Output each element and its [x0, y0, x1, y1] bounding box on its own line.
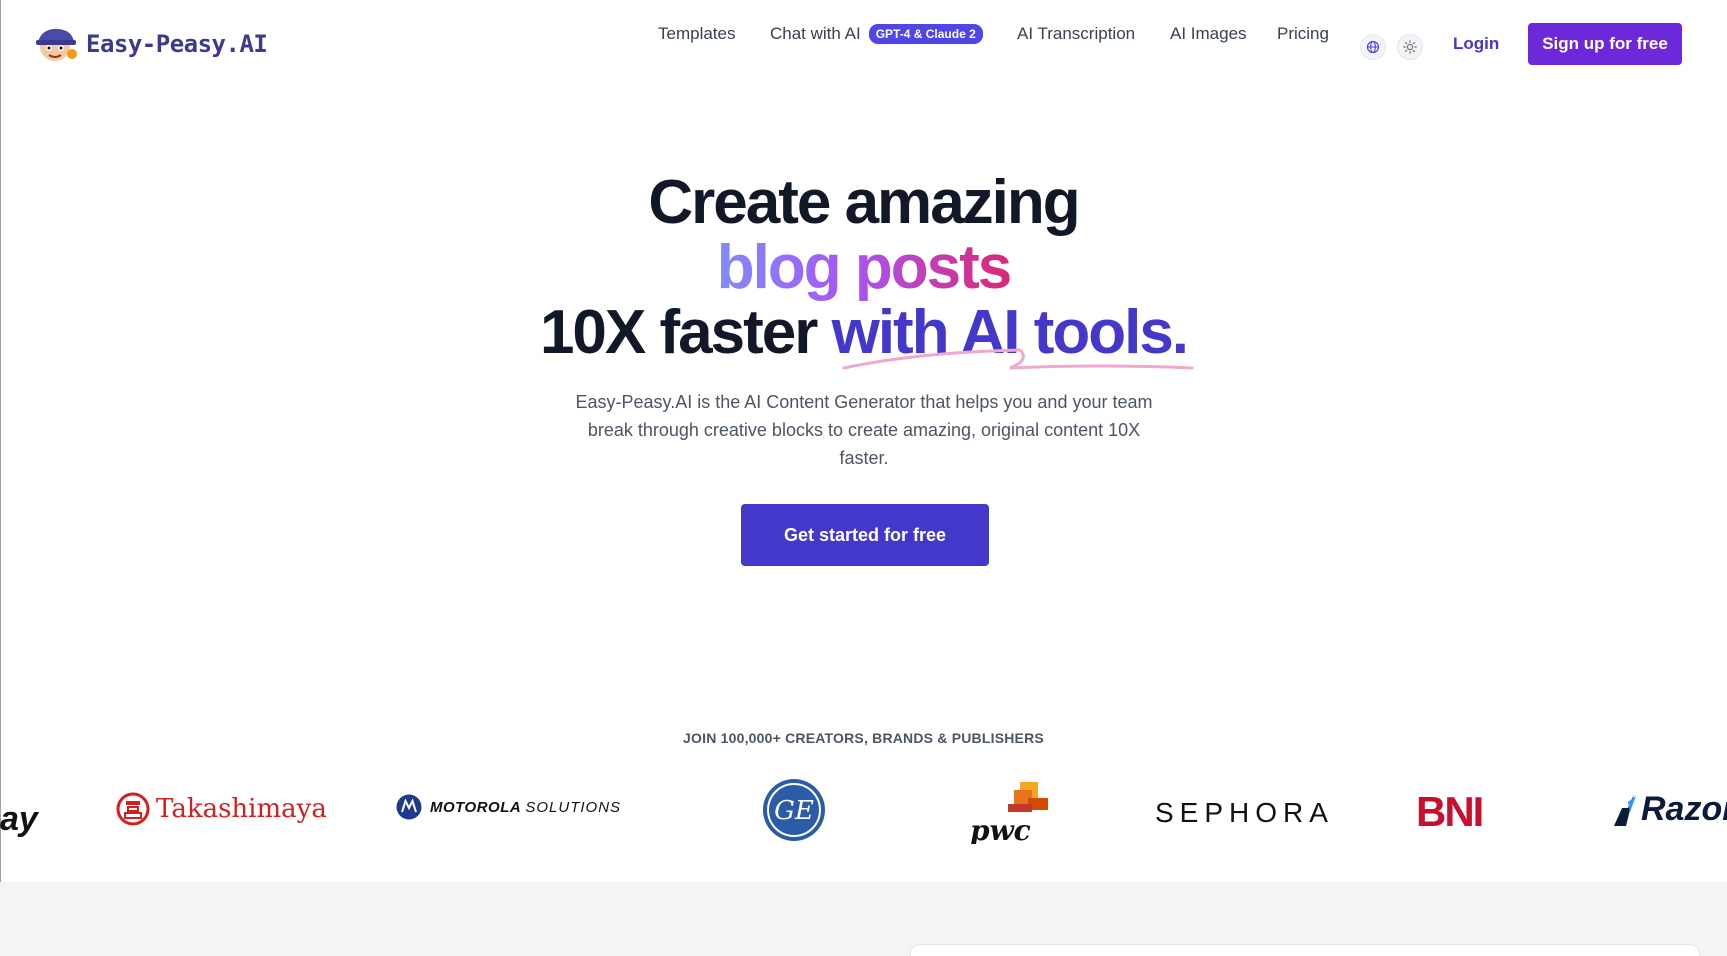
motorola-emblem-icon — [396, 794, 422, 820]
mascot-logo-icon — [36, 28, 77, 61]
brand-logo-motorola: MOTOROLA SOLUTIONS — [396, 794, 621, 820]
hero-rotating-word: blog posts — [716, 233, 1012, 302]
brand-logo-ge: GE — [762, 778, 826, 842]
hero-headline-plain: 10X faster — [539, 298, 832, 367]
nav-link-templates[interactable]: Templates — [658, 24, 735, 44]
scribble-underline-icon — [842, 348, 1194, 370]
sun-icon — [1403, 40, 1417, 54]
logo-text: Easy-Peasy.AI — [86, 30, 268, 58]
brand-logo-bni: BNI — [1416, 788, 1484, 835]
hero-section: Create amazing blog posts 10X faster wit… — [0, 168, 1727, 370]
ge-monogram-text: GE — [774, 796, 814, 826]
login-link[interactable]: Login — [1453, 34, 1499, 54]
brand-logo-takashimaya: Takashimaya — [116, 792, 327, 826]
hero-headline-line-2: blog posts — [0, 235, 1727, 300]
nav-link-chat-label: Chat with AI — [770, 24, 861, 43]
hero-headline-line-1: Create amazing — [648, 168, 1080, 237]
nav-link-ai-images[interactable]: AI Images — [1170, 24, 1247, 44]
brand-logo-sephora: SEPHORA — [1155, 797, 1334, 828]
language-button[interactable] — [1360, 34, 1386, 60]
brand-logo-partial: ay — [0, 800, 38, 838]
nav-link-ai-transcription[interactable]: AI Transcription — [1017, 24, 1135, 44]
theme-toggle-button[interactable] — [1397, 34, 1423, 60]
brand-logo-razorpay: Razor — [1612, 790, 1727, 829]
brand-logo-pwc: pwc — [968, 776, 1050, 844]
site-logo[interactable]: Easy-Peasy.AI — [32, 24, 268, 64]
next-section-card — [910, 944, 1700, 956]
motorola-name: MOTOROLA — [430, 798, 521, 816]
social-proof-heading: JOIN 100,000+ CREATORS, BRANDS & PUBLISH… — [683, 730, 1044, 746]
globe-icon — [1366, 40, 1380, 54]
pwc-logo-icon: pwc — [970, 782, 1048, 844]
brand-logo-strip: ay Takashimaya MOTOROLA SOLUTIONS GE pwc… — [0, 770, 1727, 850]
takashimaya-emblem-icon — [116, 792, 150, 826]
razorpay-wordmark: Razor — [1641, 790, 1727, 828]
razorpay-arrow-icon — [1614, 793, 1636, 826]
nav-link-chat-with-ai[interactable]: Chat with AI GPT-4 & Claude 2 — [770, 24, 983, 44]
nav-link-pricing[interactable]: Pricing — [1277, 24, 1329, 44]
model-badge: GPT-4 & Claude 2 — [868, 24, 983, 44]
signup-button[interactable]: Sign up for free — [1528, 23, 1682, 65]
motorola-wordmark: MOTOROLA SOLUTIONS — [430, 799, 621, 816]
ge-monogram-icon: GE — [763, 779, 825, 841]
takashimaya-wordmark: Takashimaya — [156, 794, 327, 824]
get-started-button[interactable]: Get started for free — [741, 504, 989, 566]
hero-description: Easy-Peasy.AI is the AI Content Generato… — [575, 392, 1153, 468]
pwc-wordmark: pwc — [970, 814, 1031, 844]
motorola-suffix: SOLUTIONS — [525, 798, 622, 816]
top-navigation: Easy-Peasy.AI Templates Chat with AI GPT… — [0, 0, 1727, 90]
